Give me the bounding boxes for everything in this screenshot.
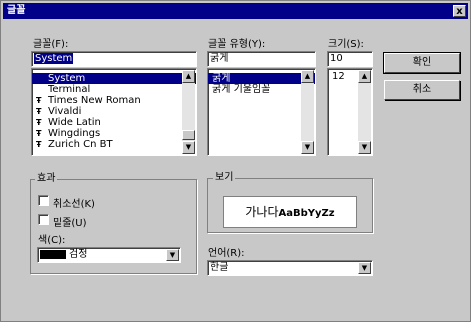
font-list-scrollbar[interactable]: ▲ ▼ [182, 70, 195, 154]
title-bar: 글꼴 x [3, 3, 468, 19]
scroll-up-icon[interactable]: ▲ [182, 70, 195, 83]
scroll-down-icon[interactable]: ▼ [301, 141, 314, 154]
truetype-icon: Ŧ [36, 96, 42, 105]
close-icon: x [456, 6, 463, 17]
strikeout-label: 취소선(K) [53, 199, 95, 210]
color-value: 검정 [69, 249, 88, 260]
chevron-down-icon[interactable]: ▼ [166, 249, 179, 261]
script-label: 언어(R): [208, 248, 245, 259]
font-input-value: System [34, 53, 74, 64]
effects-title: 효과 [35, 173, 58, 184]
sample-latin-text: AaBbYyZz [278, 208, 335, 219]
strikeout-checkbox[interactable] [38, 195, 49, 206]
scroll-down-icon[interactable]: ▼ [358, 141, 371, 154]
cancel-button[interactable]: 취소 [384, 80, 460, 100]
size-label: 크기(S): [328, 39, 364, 50]
style-input[interactable]: 굵게 [207, 51, 316, 67]
font-label: 글꼴(F): [33, 39, 69, 50]
style-list-scrollbar[interactable]: ▲ ▼ [301, 70, 314, 154]
style-label: 글꼴 유형(Y): [208, 39, 266, 50]
style-list-item[interactable]: 굵게 [208, 73, 315, 84]
ok-button[interactable]: 확인 [383, 52, 461, 74]
scroll-down-icon[interactable]: ▼ [182, 141, 195, 154]
window-title: 글꼴 [7, 5, 26, 16]
font-dialog: 글꼴 x 글꼴(F): System System Terminal Ŧ Time… [0, 0, 471, 322]
font-input[interactable]: System [31, 51, 197, 67]
style-list[interactable]: 굵게 굵게 기울임꼴 ▲ ▼ [207, 68, 316, 156]
size-list[interactable]: 12 ▲ ▼ [327, 68, 373, 156]
truetype-icon: Ŧ [36, 140, 42, 149]
sample-preview: 가나다AaBbYyZz [223, 196, 357, 228]
underline-label: 밑줄(U) [53, 218, 87, 229]
font-list-item[interactable]: Ŧ Zurich Cn BT [32, 139, 196, 150]
color-label: 색(C): [38, 235, 66, 246]
underline-checkbox[interactable] [38, 214, 49, 225]
script-value: 한글 [210, 262, 229, 273]
sample-korean-text: 가나다 [245, 205, 279, 219]
scroll-thumb[interactable] [182, 130, 195, 140]
size-input[interactable]: 10 [327, 51, 373, 67]
color-swatch [40, 249, 66, 259]
script-select[interactable]: 한글 ▼ [207, 260, 373, 276]
chevron-down-icon[interactable]: ▼ [358, 262, 371, 274]
font-list-item[interactable]: Terminal [32, 84, 196, 95]
close-button[interactable]: x [453, 5, 466, 17]
scroll-up-icon[interactable]: ▲ [301, 70, 314, 83]
scroll-up-icon[interactable]: ▲ [358, 70, 371, 83]
style-list-item[interactable]: 굵게 기울임꼴 [208, 84, 315, 95]
sample-title: 보기 [213, 172, 236, 183]
color-select[interactable]: 검정 ▼ [37, 247, 181, 263]
font-list-item[interactable]: Ŧ Wide Latin [32, 117, 196, 128]
font-list-item[interactable]: Ŧ Wingdings [32, 128, 196, 139]
font-list-item[interactable]: Ŧ Vivaldi [32, 106, 196, 117]
truetype-icon: Ŧ [36, 118, 42, 127]
truetype-icon: Ŧ [36, 129, 42, 138]
font-list[interactable]: System Terminal Ŧ Times New Roman Ŧ Vivald… [31, 68, 197, 156]
font-list-item[interactable]: System [32, 73, 196, 84]
truetype-icon: Ŧ [36, 107, 42, 116]
font-list-item[interactable]: Ŧ Times New Roman [32, 95, 196, 106]
size-list-scrollbar[interactable]: ▲ ▼ [358, 70, 371, 154]
